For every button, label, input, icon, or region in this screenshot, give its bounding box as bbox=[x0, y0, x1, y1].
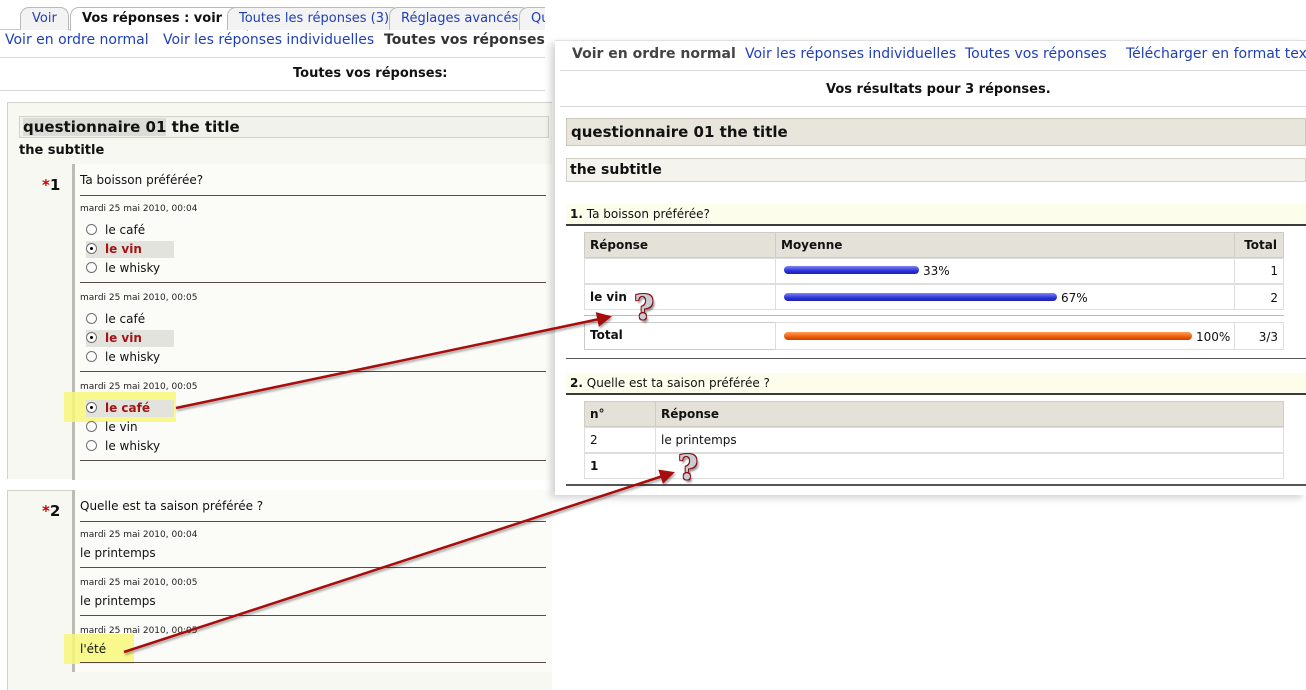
question-mark-icon: ? bbox=[678, 448, 698, 488]
annotation-arrows bbox=[123, 312, 675, 654]
question-mark-icon: ? bbox=[634, 288, 654, 328]
arrow-line bbox=[123, 469, 675, 654]
arrow-line bbox=[175, 312, 612, 410]
